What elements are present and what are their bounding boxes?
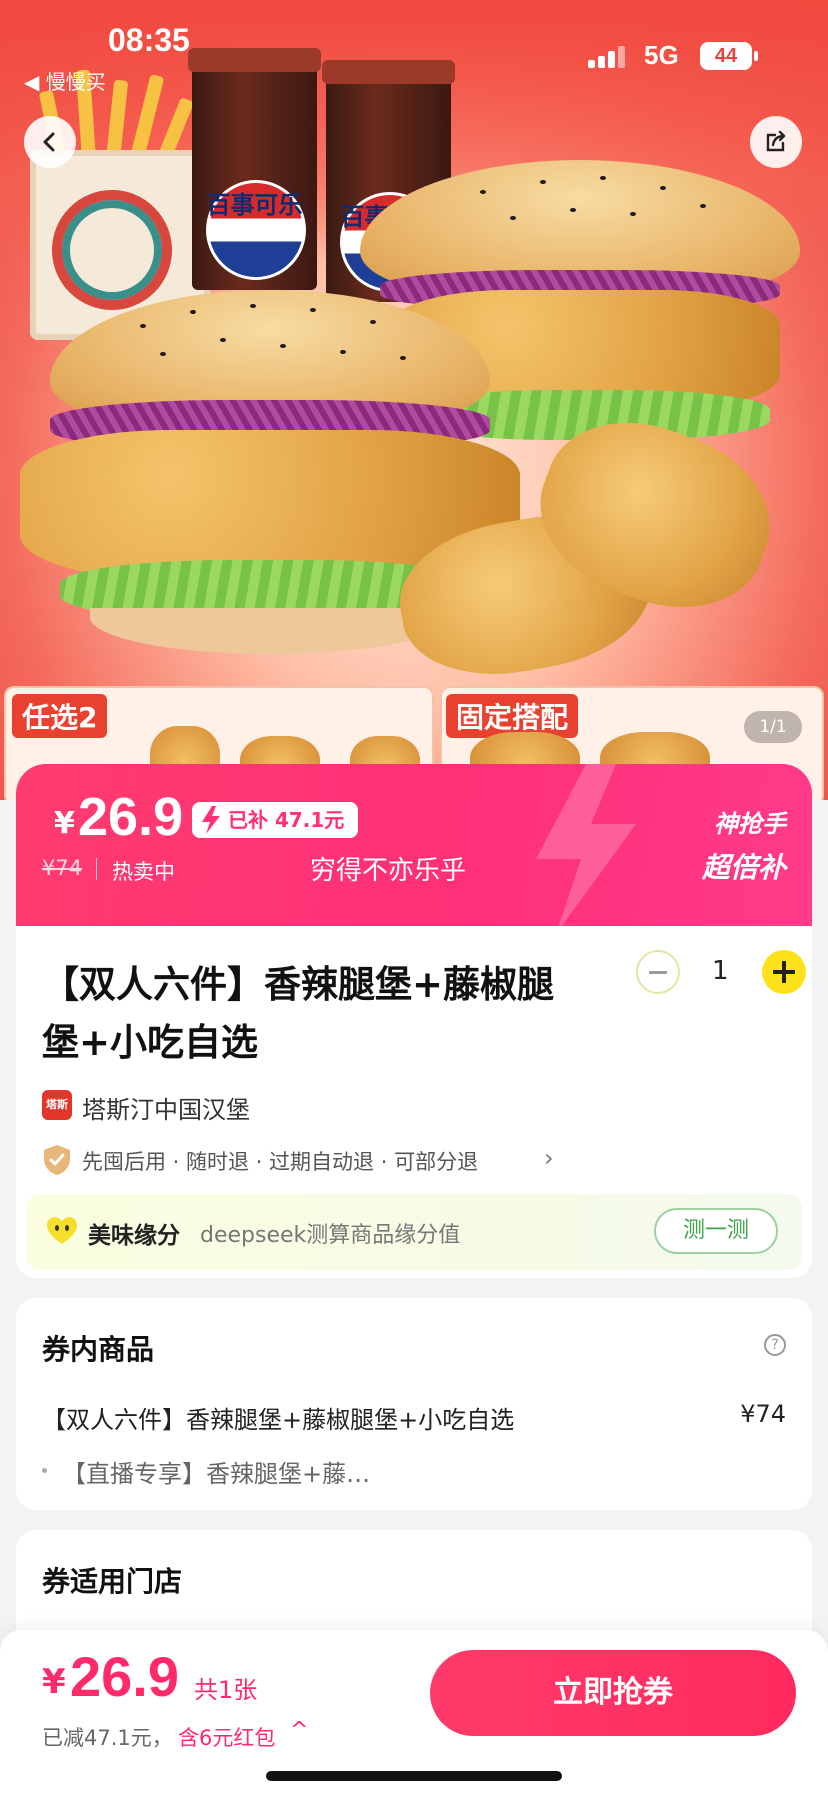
price-currency: ¥ [54, 806, 75, 841]
red-packet-link[interactable]: 含6元红包 [178, 1722, 275, 1752]
quantity-value: 1 [712, 956, 729, 986]
brand-name: 塔斯汀中国汉堡 [82, 1096, 250, 1124]
taste-match-title: 美味缘分 [88, 1223, 180, 1249]
brand-logo: 塔斯汀 [42, 1090, 72, 1141]
increase-quantity-button[interactable] [762, 950, 806, 994]
product-title: 【双人六件】香辣腿堡+藤椒腿堡+小吃自选 [42, 963, 555, 1064]
list-item: 【双人六件】香辣腿堡+藤椒腿堡+小吃自选 ¥74 [42, 1398, 786, 1434]
lightning-decoration-icon [536, 764, 636, 930]
promo-tag-line2: 超倍补 [701, 851, 786, 884]
price-currency: ¥ [42, 1662, 66, 1702]
original-price: ¥74 [42, 856, 83, 880]
page-indicator: 1/1 [744, 711, 802, 743]
coupon-items-card: 券内商品 ? 【双人六件】香辣腿堡+藤椒腿堡+小吃自选 ¥74 【直播专享】香辣… [16, 1298, 812, 1510]
share-button[interactable] [750, 116, 802, 168]
promo-tag-line1: 神抢手 [714, 810, 786, 838]
home-indicator [266, 1771, 562, 1781]
cup-brand-text: 百事可乐 [206, 191, 303, 219]
final-price: 26.9 [70, 1645, 179, 1708]
strip-tag-choice: 任选2 [12, 694, 108, 738]
subsidy-badge: 已补 47.1元 [192, 802, 359, 838]
discount-text: 已减47.1元， [42, 1726, 173, 1750]
quantity-stepper: 1 [636, 950, 806, 998]
section-title: 券内商品 [42, 1333, 155, 1366]
status-time: 08:35 [108, 22, 190, 58]
item-name: 【双人六件】香辣腿堡+藤椒腿堡+小吃自选 [42, 1406, 515, 1434]
product-image-carousel[interactable]: 百事可乐 百事可乐 任选2 固定搭配 [0, 0, 828, 800]
divider [96, 858, 97, 880]
heart-face-icon [47, 1217, 77, 1244]
product-info-card: 【双人六件】香辣腿堡+藤椒腿堡+小吃自选 1 塔斯汀 塔斯汀中国汉堡 先囤后用 … [16, 926, 812, 1278]
back-button[interactable] [24, 116, 76, 168]
chevron-up-icon[interactable]: ^ [290, 1718, 308, 1743]
taste-match-bar: 美味缘分 deepseek测算商品缘分值 测一测 [26, 1194, 802, 1270]
signal-icon [588, 46, 628, 68]
network-type: 5G [644, 40, 679, 70]
cola-cup: 百事可乐 [188, 48, 321, 290]
subsidy-text: 已补 47.1元 [228, 808, 345, 832]
price-banner: ¥ 26.9 已补 47.1元 ¥74 热卖中 穷得不亦乐乎 神抢手 超倍补 [16, 764, 812, 930]
buy-now-button[interactable]: 立即抢券 [430, 1650, 796, 1736]
promo-slogan: 穷得不亦乐乎 [310, 856, 467, 886]
refund-policy-text: 先囤后用 · 随时退 · 过期自动退 · 可部分退 [82, 1150, 479, 1174]
section-title: 券适用门店 [42, 1565, 183, 1598]
lightning-icon [202, 806, 220, 834]
shield-check-icon [44, 1145, 70, 1175]
chevron-right-icon: › [544, 1144, 554, 1172]
sub-item-name: 【直播专享】香辣腿堡+藤… [62, 1460, 371, 1488]
hot-sale-label: 热卖中 [112, 860, 175, 884]
battery-icon: 44 [700, 42, 758, 70]
coupon-count: 共1张 [194, 1676, 258, 1704]
taste-match-desc: deepseek测算商品缘分值 [200, 1223, 461, 1248]
decrease-quantity-button[interactable] [636, 950, 680, 994]
help-icon[interactable]: ? [764, 1334, 786, 1356]
bullet [42, 1468, 47, 1473]
sale-price: 26.9 [78, 787, 184, 847]
chevron-left-icon [43, 132, 55, 152]
share-icon [766, 130, 786, 152]
item-price: ¥74 [740, 1400, 786, 1428]
taste-test-button[interactable]: 测一测 [654, 1208, 778, 1254]
back-to-app-link[interactable]: ◀ 慢慢买 [24, 66, 106, 95]
